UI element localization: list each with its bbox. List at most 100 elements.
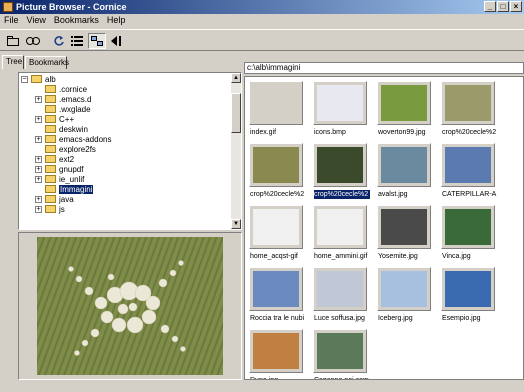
menu-view[interactable]: View <box>23 14 50 27</box>
thumbnail-label: crop%20cecle%2 <box>314 190 370 199</box>
thumbnail-frame <box>313 205 367 249</box>
thumbnail-view-icon[interactable] <box>88 33 106 49</box>
folder-open-icon <box>45 185 56 193</box>
thumbnail-grid: index.gif icons.bmp woverton99.jpg crop%20c… <box>244 76 524 380</box>
thumbnail-cell[interactable]: Luce soffusa.jpg <box>311 265 371 327</box>
folder-icon <box>31 75 42 83</box>
thumbnail-cell[interactable]: crop%20cecle%2 <box>439 79 499 141</box>
thumbnail-cell[interactable]: crop%20cecle%2 <box>247 141 307 203</box>
thumbnail-label: Vinca.jpg <box>442 253 471 260</box>
thumbnail-image <box>445 209 491 245</box>
thumbnail-cell[interactable]: Capanno nei cam <box>311 327 371 379</box>
refresh-icon[interactable] <box>50 33 68 49</box>
thumbnail-label: Iceberg.jpg <box>378 315 413 322</box>
folder-icon <box>45 95 56 103</box>
thumbnail-image <box>381 147 427 183</box>
menu-bar: File View Bookmarks Help <box>0 14 524 27</box>
thumbnail-cell[interactable]: home_ammini.gif <box>311 203 371 265</box>
open-folder-icon[interactable] <box>4 33 22 49</box>
thumbnail-cell[interactable]: Roccia tra le nubi <box>247 265 307 327</box>
thumbnail-frame <box>377 143 431 187</box>
maximize-button[interactable]: □ <box>497 1 509 12</box>
tree-item[interactable]: explore2fs <box>45 144 96 154</box>
path-field[interactable]: c:\alb\immagini <box>244 62 524 74</box>
expand-toggle[interactable]: + <box>35 156 42 163</box>
folder-icon <box>45 145 56 153</box>
thumbnail-cell[interactable]: Esempio.jpg <box>439 265 499 327</box>
tree-item[interactable]: ext2 <box>45 154 74 164</box>
folder-icon <box>45 85 56 93</box>
tree-scrollbar[interactable]: ▲ ▼ <box>231 73 241 229</box>
list-view-icon[interactable] <box>68 33 86 49</box>
thumbnail-frame <box>249 329 303 373</box>
thumbnail-cell[interactable]: crop%20cecle%2 <box>311 141 371 203</box>
close-button[interactable]: × <box>510 1 522 12</box>
tree-item[interactable]: java <box>45 194 74 204</box>
expand-toggle[interactable]: + <box>35 206 42 213</box>
thumbnail-cell[interactable]: Iceberg.jpg <box>375 265 435 327</box>
thumbnail-image <box>317 147 363 183</box>
thumbnail-cell[interactable]: index.gif <box>247 79 307 141</box>
folder-icon <box>45 165 56 173</box>
preview-image <box>37 237 223 375</box>
folder-icon <box>45 125 56 133</box>
menu-file[interactable]: File <box>0 14 23 27</box>
thumbnail-cell[interactable]: Yosemite.jpg <box>375 203 435 265</box>
tree-item[interactable]: js <box>45 204 65 214</box>
tree-item[interactable]: C++ <box>45 114 74 124</box>
thumbnail-label: Roccia tra le nubi <box>250 315 305 322</box>
thumbnail-frame <box>377 81 431 125</box>
tree-item[interactable]: gnupdf <box>45 164 83 174</box>
thumbnail-frame <box>313 143 367 187</box>
tree-item[interactable]: .wxglade <box>45 104 91 114</box>
tab-tree[interactable]: Tree <box>2 55 24 69</box>
tree-item[interactable]: ie_unlif <box>45 174 84 184</box>
thumbnail-label: Esempio.jpg <box>442 315 481 322</box>
expand-toggle[interactable]: + <box>35 176 42 183</box>
scroll-down-icon[interactable]: ▼ <box>231 219 241 229</box>
expand-toggle[interactable]: + <box>35 116 42 123</box>
expand-toggle[interactable]: + <box>35 96 42 103</box>
minimize-button[interactable]: _ <box>484 1 496 12</box>
thumbnail-image <box>445 85 491 121</box>
thumbnail-cell[interactable]: CATERPILLAR-A <box>439 141 499 203</box>
thumbnail-frame <box>441 267 495 311</box>
folder-icon <box>45 205 56 213</box>
title-bar[interactable]: Picture Browser - Cornice _ □ × <box>0 0 524 14</box>
tab-bookmarks[interactable]: Bookmarks <box>25 56 69 69</box>
back-icon[interactable] <box>108 33 126 49</box>
scroll-up-icon[interactable]: ▲ <box>231 73 241 83</box>
thumbnail-label: Yosemite.jpg <box>378 253 418 260</box>
thumbnail-image <box>381 85 427 121</box>
thumbnail-image <box>317 333 363 369</box>
tree-item-selected[interactable]: Immagini <box>45 184 94 194</box>
thumbnail-frame <box>441 205 495 249</box>
thumbnail-frame <box>249 205 303 249</box>
thumbnail-cell[interactable]: home_acqst-gif <box>247 203 307 265</box>
scroll-thumb[interactable] <box>231 93 241 133</box>
thumbnail-label: CATERPILLAR-A <box>442 191 497 198</box>
thumbnail-label: index.gif <box>250 129 277 136</box>
thumbnail-label: home_acqst-gif <box>250 253 298 260</box>
expand-toggle[interactable]: + <box>35 196 42 203</box>
tree-item-alb[interactable]: alb <box>31 74 56 84</box>
tree-item[interactable]: emacs-addons <box>45 134 111 144</box>
folder-icon <box>45 155 56 163</box>
menu-help[interactable]: Help <box>103 14 130 27</box>
tree-item[interactable]: .cornice <box>45 84 87 94</box>
thumbnail-cell[interactable]: icons.bmp <box>311 79 371 141</box>
expand-toggle[interactable]: + <box>35 166 42 173</box>
image-preview-pane <box>18 232 242 380</box>
thumbnail-cell[interactable]: Vinca.jpg <box>439 203 499 265</box>
thumbnail-cell[interactable]: avalst.jpg <box>375 141 435 203</box>
expand-toggle[interactable]: + <box>35 136 42 143</box>
slideshow-icon[interactable] <box>24 33 42 49</box>
collapse-toggle[interactable]: − <box>21 76 28 83</box>
menu-bookmarks[interactable]: Bookmarks <box>50 14 103 27</box>
thumbnail-cell[interactable]: woverton99.jpg <box>375 79 435 141</box>
tree-item[interactable]: deskwin <box>45 124 88 134</box>
thumbnail-image <box>253 85 299 121</box>
tree-item[interactable]: .emacs.d <box>45 94 91 104</box>
status-bar <box>0 382 524 392</box>
thumbnail-cell[interactable]: Dune.jpg <box>247 327 307 379</box>
